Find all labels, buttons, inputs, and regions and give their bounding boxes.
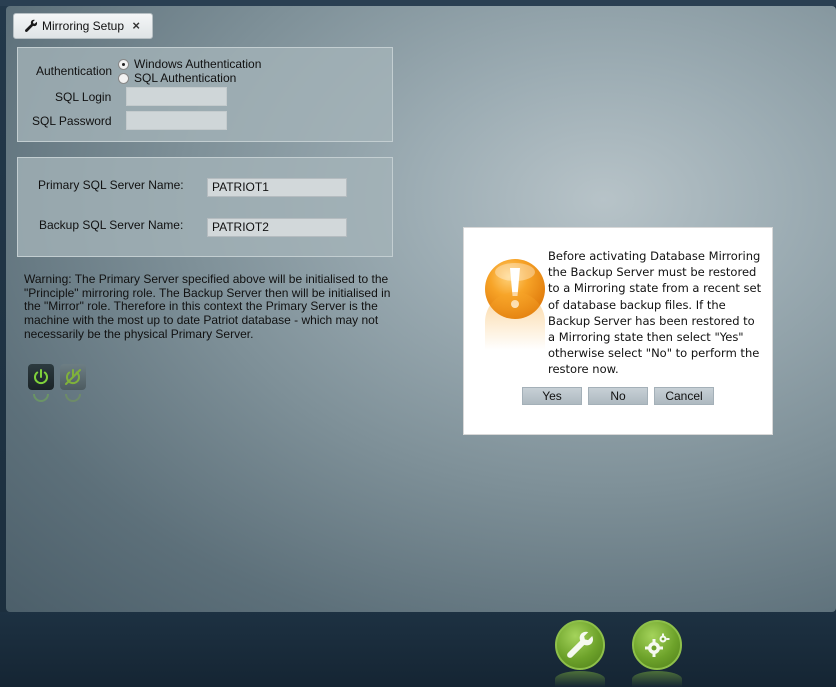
wrench-icon	[25, 19, 38, 32]
activate-mirroring-button[interactable]	[28, 364, 54, 390]
authentication-label: Authentication	[36, 64, 113, 78]
dialog-message: Before activating Database Mirroring the…	[548, 249, 762, 377]
exclamation-icon	[485, 259, 545, 350]
radio-sql-auth[interactable]: SQL Authentication	[118, 71, 236, 85]
warning-text: Warning: The Primary Server specified ab…	[24, 272, 391, 341]
deactivate-mirroring-button[interactable]	[60, 364, 86, 390]
power-icon-reflection	[33, 393, 49, 402]
primary-server-label: Primary SQL Server Name:	[38, 178, 184, 192]
tab-label: Mirroring Setup	[42, 19, 125, 33]
power-off-icon-reflection	[65, 393, 81, 402]
power-icon	[34, 369, 48, 385]
radio-button-checked[interactable]	[118, 58, 129, 70]
gear-icon	[645, 633, 670, 657]
backup-server-field[interactable]: PATRIOT2	[207, 218, 347, 237]
tab-mirroring-setup[interactable]: Mirroring Setup ×	[13, 13, 153, 39]
no-button[interactable]: No	[588, 387, 648, 405]
backup-server-label: Backup SQL Server Name:	[39, 218, 184, 232]
radio-windows-auth[interactable]: Windows Authentication	[118, 57, 261, 71]
power-off-icon	[65, 369, 81, 385]
primary-server-field[interactable]: PATRIOT1	[207, 178, 347, 197]
confirm-dialog: Before activating Database Mirroring the…	[463, 227, 773, 435]
radio-button[interactable]	[118, 72, 129, 84]
bottom-settings-button[interactable]	[632, 620, 682, 670]
bottom-taskbar	[0, 612, 836, 687]
wrench-icon	[567, 631, 594, 658]
sql-password-label: SQL Password	[32, 114, 112, 128]
settings-button-reflection	[632, 671, 682, 687]
yes-button[interactable]: Yes	[522, 387, 582, 405]
radio-sql-auth-label: SQL Authentication	[134, 71, 237, 85]
server-names-panel	[17, 157, 393, 257]
cancel-button[interactable]: Cancel	[654, 387, 714, 405]
sql-login-label: SQL Login	[55, 90, 112, 104]
tab-close-icon[interactable]: ×	[132, 18, 140, 33]
sql-password-field[interactable]	[126, 111, 227, 130]
bottom-wrench-button[interactable]	[555, 620, 605, 670]
radio-windows-auth-label: Windows Authentication	[134, 57, 262, 71]
wrench-button-reflection	[555, 671, 605, 687]
sql-login-field[interactable]	[126, 87, 227, 106]
